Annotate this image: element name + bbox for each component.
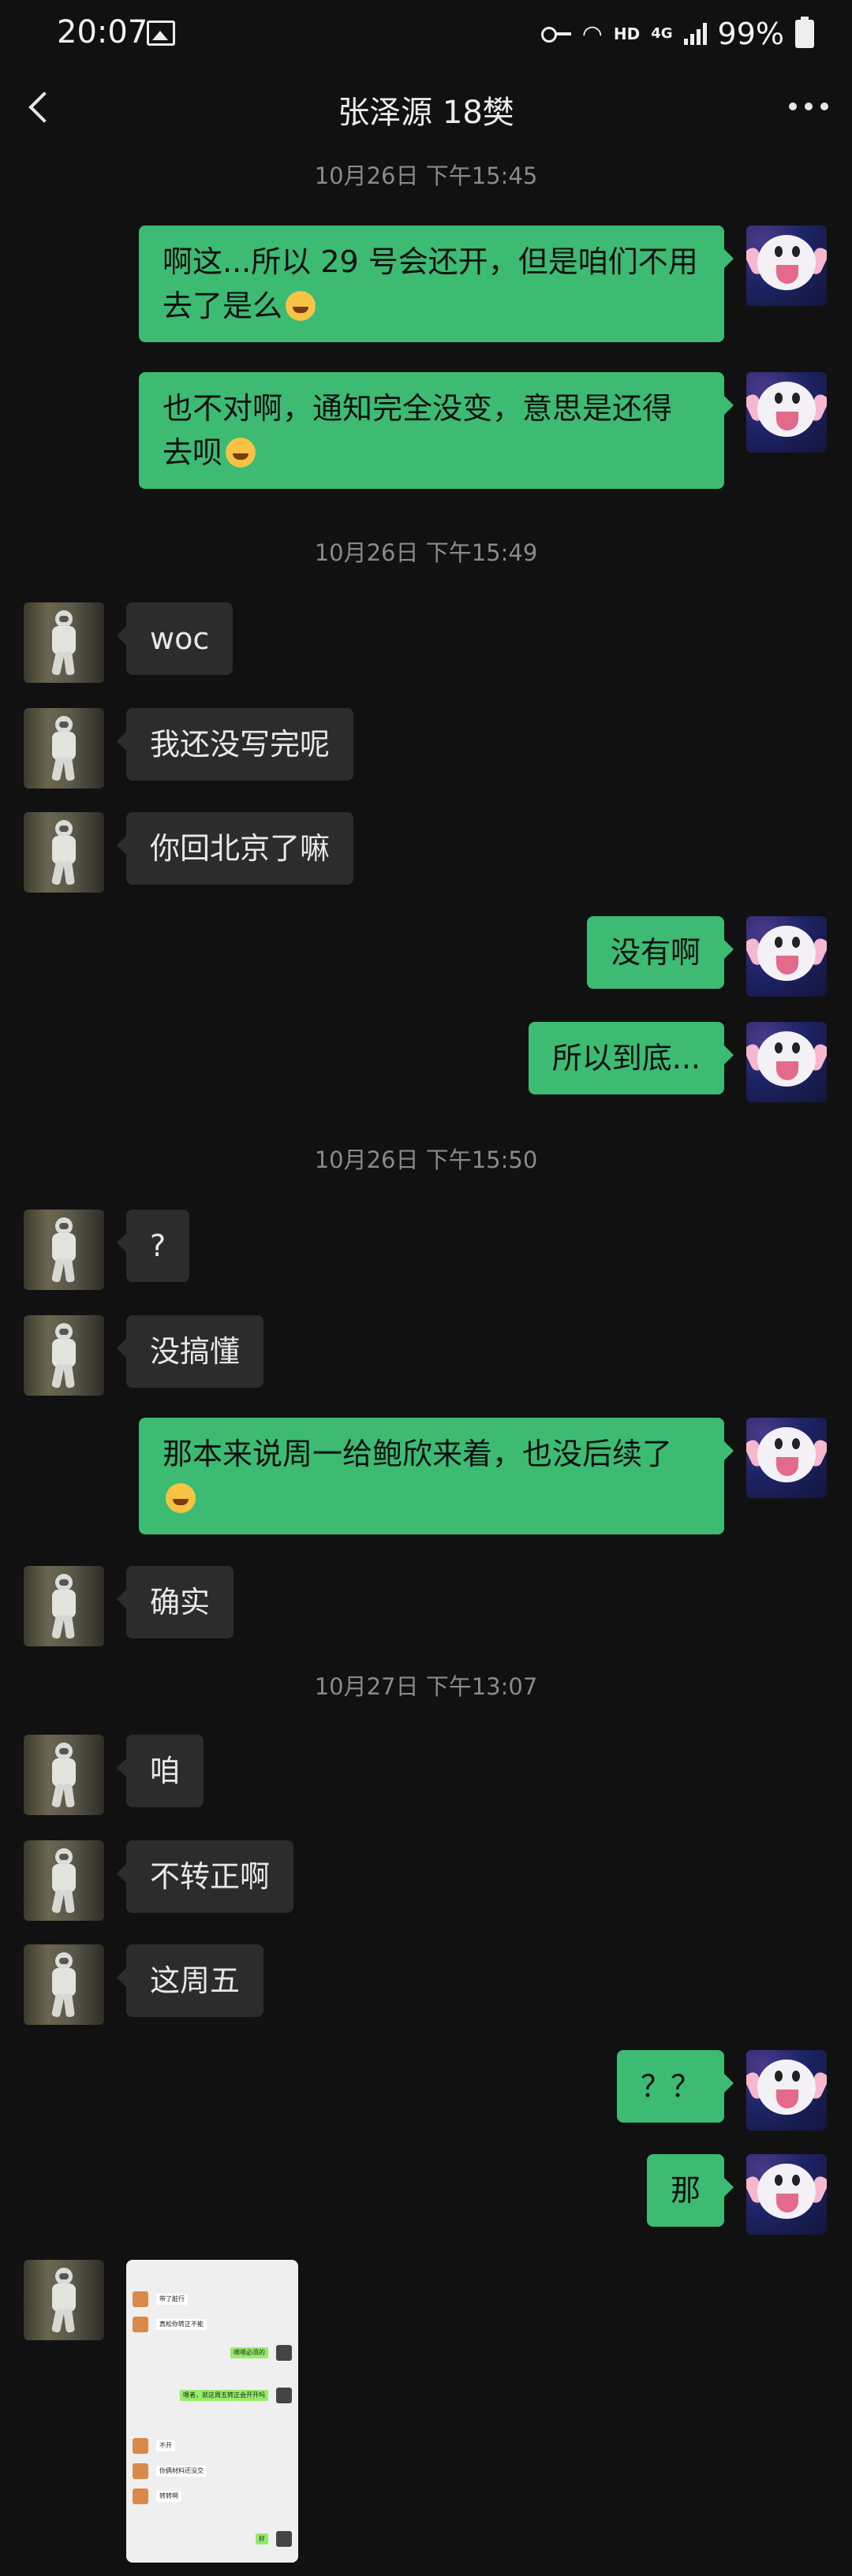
message-text: 这周五 bbox=[150, 1963, 241, 1998]
avatar-me[interactable] bbox=[746, 1418, 827, 1498]
hd-indicator: HD bbox=[613, 24, 641, 43]
status-icons: ◠ HD 4G 99% bbox=[540, 14, 814, 54]
message-text: 我还没写完呢 bbox=[150, 727, 331, 762]
message-text: ？？ bbox=[640, 2069, 701, 2104]
mini-message: 真松你转正不能 bbox=[156, 2319, 207, 2330]
avatar-me[interactable] bbox=[746, 916, 827, 997]
avatar-me[interactable] bbox=[746, 372, 827, 453]
mini-avatar bbox=[133, 2317, 148, 2332]
message-bubble-received[interactable]: 这周五 bbox=[116, 1944, 264, 2017]
message-bubble-received[interactable]: 我还没写完呢 bbox=[116, 708, 354, 781]
timestamp: 10月27日 下午13:07 bbox=[314, 1673, 538, 1700]
timestamp: 10月26日 下午15:50 bbox=[314, 1146, 538, 1173]
avatar-contact[interactable] bbox=[24, 2260, 104, 2340]
avatar-me[interactable] bbox=[746, 1022, 827, 1102]
avatar-contact[interactable] bbox=[24, 1840, 104, 1921]
joy-emoji-icon bbox=[166, 1483, 196, 1513]
mini-message: 嗯者，就这周五转正会开开吗 bbox=[180, 2390, 268, 2401]
avatar-contact[interactable] bbox=[24, 1566, 104, 1646]
more-dots-icon[interactable] bbox=[789, 103, 828, 112]
mini-avatar bbox=[276, 2345, 292, 2361]
avatar-contact[interactable] bbox=[24, 1735, 104, 1815]
mini-message: 你俩材料还没交 bbox=[156, 2466, 207, 2477]
mini-message: 转转啊 bbox=[156, 2491, 181, 2502]
message-text: 啊这...所以 29 号会还开，但是咱们不用去了是么 bbox=[163, 244, 698, 323]
key-icon bbox=[540, 25, 571, 43]
gallery-icon bbox=[147, 21, 175, 46]
avatar-me[interactable] bbox=[746, 2154, 827, 2235]
message-bubble-sent[interactable]: 那本来说周一给鲍欣来着，也没后续了 bbox=[139, 1418, 734, 1534]
avatar-contact[interactable] bbox=[24, 1944, 104, 2025]
avatar-contact[interactable] bbox=[24, 1210, 104, 1290]
message-bubble-sent[interactable]: 那 bbox=[646, 2154, 734, 2227]
avatar-contact[interactable] bbox=[24, 1315, 104, 1396]
chat-header: 张泽源 18樊 bbox=[0, 71, 852, 142]
network-indicator: 4G bbox=[651, 25, 673, 42]
message-bubble-received[interactable]: 没搞懂 bbox=[116, 1315, 264, 1388]
wifi-icon: ◠ bbox=[581, 20, 603, 48]
timestamp: 10月26日 下午15:45 bbox=[314, 162, 538, 189]
message-text: 那本来说周一给鲍欣来着，也没后续了 bbox=[163, 1437, 673, 1471]
mini-message: 好 bbox=[256, 2533, 268, 2544]
timestamp: 10月26日 下午15:49 bbox=[314, 539, 538, 566]
rofl-emoji-icon bbox=[226, 438, 256, 468]
message-bubble-received[interactable]: 你回北京了嘛 bbox=[116, 812, 354, 885]
mini-avatar bbox=[133, 2463, 148, 2479]
status-bar: 20:07 ◠ HD 4G 99% bbox=[0, 0, 852, 71]
message-text: 那 bbox=[670, 2173, 701, 2208]
mini-message: 不开 bbox=[156, 2440, 175, 2451]
avatar-contact[interactable] bbox=[24, 812, 104, 893]
battery-level: 99% bbox=[717, 17, 784, 51]
mini-avatar bbox=[133, 2438, 148, 2454]
mini-avatar bbox=[276, 2531, 292, 2547]
status-time: 20:07 bbox=[57, 14, 148, 50]
message-text: 没搞懂 bbox=[150, 1334, 241, 1369]
joy-emoji-icon bbox=[286, 291, 316, 321]
mini-message: 嗯嗯必须的 bbox=[230, 2347, 268, 2358]
message-bubble-received[interactable]: woc bbox=[116, 602, 234, 675]
message-bubble-sent[interactable]: ？？ bbox=[616, 2050, 734, 2123]
avatar-contact[interactable] bbox=[24, 708, 104, 788]
message-text: 咱 bbox=[150, 1754, 181, 1788]
message-text: 你回北京了嘛 bbox=[150, 831, 331, 866]
message-bubble-received[interactable]: 咱 bbox=[116, 1735, 204, 1807]
avatar-contact[interactable] bbox=[24, 602, 104, 683]
image-message[interactable]: 带了脏行 真松你转正不能 嗯嗯必须的 嗯者，就这周五转正会开开吗 不开 你俩材料… bbox=[126, 2260, 298, 2563]
message-text: woc bbox=[150, 621, 210, 656]
message-bubble-received[interactable]: ? bbox=[116, 1210, 190, 1282]
signal-icon bbox=[683, 23, 707, 45]
chat-title: 张泽源 18樊 bbox=[338, 95, 514, 131]
message-bubble-sent[interactable]: 啊这...所以 29 号会还开，但是咱们不用去了是么 bbox=[139, 226, 734, 342]
message-text: ? bbox=[150, 1228, 166, 1263]
mini-avatar bbox=[276, 2388, 292, 2403]
message-bubble-received[interactable]: 不转正啊 bbox=[116, 1840, 294, 1913]
mini-avatar bbox=[133, 2291, 148, 2307]
message-text: 不转正啊 bbox=[150, 1859, 271, 1894]
message-bubble-sent[interactable]: 没有啊 bbox=[586, 916, 734, 989]
avatar-me[interactable] bbox=[746, 2050, 827, 2131]
avatar-me[interactable] bbox=[746, 226, 827, 306]
message-bubble-sent[interactable]: 所以到底... bbox=[528, 1022, 734, 1094]
message-text: 确实 bbox=[150, 1585, 211, 1620]
message-bubble-received[interactable]: 确实 bbox=[116, 1566, 234, 1638]
message-text: 所以到底... bbox=[551, 1041, 701, 1076]
mini-avatar bbox=[133, 2488, 148, 2504]
message-bubble-sent[interactable]: 也不对啊，通知完全没变，意思是还得去呗 bbox=[139, 372, 734, 489]
message-text: 没有啊 bbox=[610, 935, 701, 970]
battery-icon bbox=[795, 17, 814, 48]
mini-message: 带了脏行 bbox=[156, 2294, 188, 2305]
